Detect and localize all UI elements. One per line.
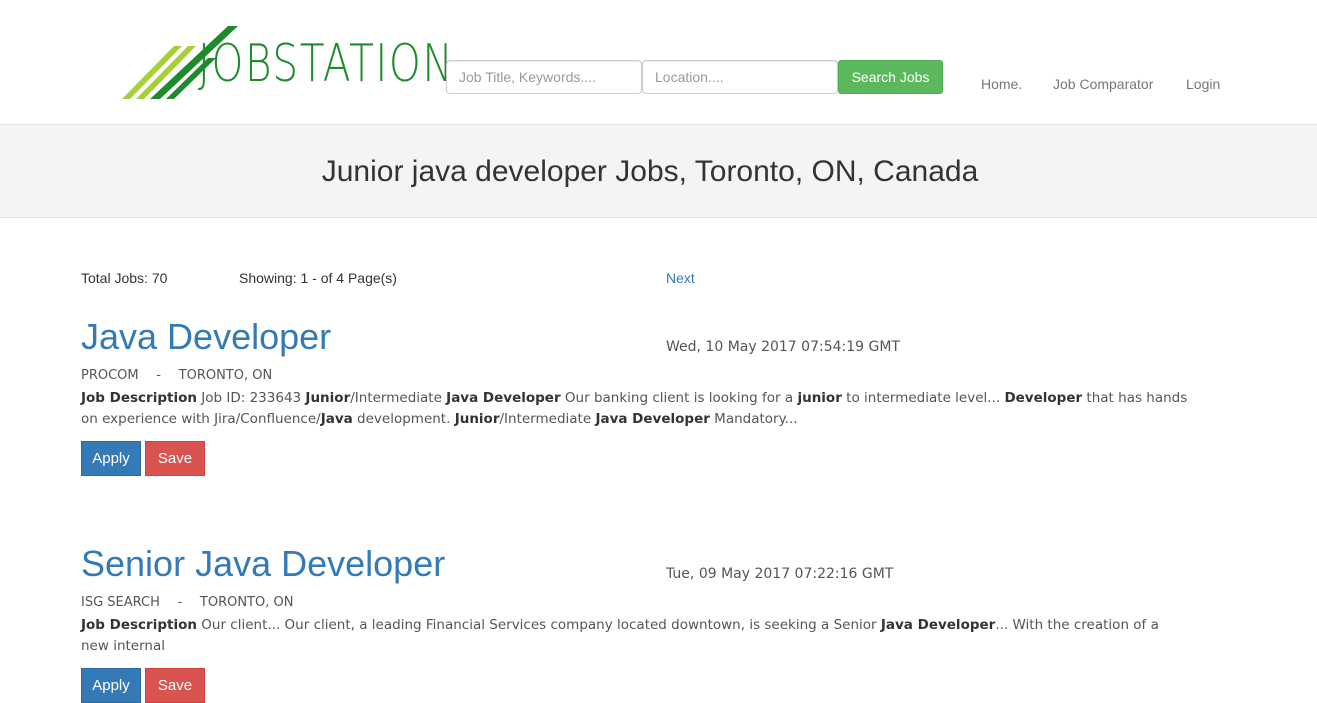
job-listing: Senior Java Developer Tue, 09 May 2017 0… xyxy=(81,543,1221,703)
apply-button[interactable]: Apply xyxy=(81,668,141,703)
total-jobs-count: Total Jobs: 70 xyxy=(81,270,168,286)
description-text: /Intermediate xyxy=(350,390,447,406)
nav-login-link[interactable]: Login xyxy=(1186,76,1220,92)
job-title-link[interactable]: Java Developer xyxy=(81,316,331,358)
job-posted-date: Tue, 09 May 2017 07:22:16 GMT xyxy=(666,566,894,582)
search-banner: Junior java developer Jobs, Toronto, ON,… xyxy=(0,124,1317,218)
apply-button[interactable]: Apply xyxy=(81,441,141,476)
job-location: TORONTO, ON xyxy=(178,368,273,383)
jobstation-logo[interactable]: JOBSTATION xyxy=(120,22,453,102)
description-text: Job ID: 233643 xyxy=(196,390,306,406)
company-location-separator: - xyxy=(156,368,161,383)
pagination-status: Showing: 1 - of 4 Page(s) xyxy=(239,270,397,286)
description-highlight: Developer xyxy=(1004,390,1083,406)
keywords-input[interactable] xyxy=(446,60,642,94)
job-posted-date: Wed, 10 May 2017 07:54:19 GMT xyxy=(666,339,900,355)
company-location-separator: - xyxy=(177,595,183,610)
job-location: TORONTO, ON xyxy=(199,595,294,610)
job-description: Job Description Job ID: 233643 Junior/In… xyxy=(81,388,1191,430)
description-text: /Intermediate xyxy=(499,411,596,427)
description-text: Our banking client is looking for a xyxy=(560,390,798,406)
nav-home-link[interactable]: Home. xyxy=(981,76,1022,92)
save-button[interactable]: Save xyxy=(145,441,205,476)
next-page-link[interactable]: Next xyxy=(666,270,695,286)
location-input[interactable] xyxy=(642,60,838,94)
description-highlight: Junior xyxy=(305,390,351,406)
description-highlight: Java Developer xyxy=(880,617,996,633)
save-button[interactable]: Save xyxy=(145,668,205,703)
site-header: JOBSTATION Search Jobs Home. Job Compara… xyxy=(0,0,1317,124)
page-title: Junior java developer Jobs, Toronto, ON,… xyxy=(321,155,979,188)
description-highlight: Java Developer xyxy=(446,390,561,406)
description-text: to intermediate level... xyxy=(841,390,1005,406)
job-listing: Java Developer Wed, 10 May 2017 07:54:19… xyxy=(81,316,1221,486)
nav-job-comparator-link[interactable]: Job Comparator xyxy=(1053,76,1153,92)
description-highlight: Job Description xyxy=(81,617,197,633)
search-jobs-button[interactable]: Search Jobs xyxy=(838,60,943,94)
job-description: Job Description Our client... Our client… xyxy=(81,615,1191,657)
description-text: Our client... Our client, a leading Fina… xyxy=(196,617,881,633)
job-company-location: ISG SEARCH - TORONTO, ON xyxy=(81,595,293,610)
description-highlight: Job Description xyxy=(81,390,197,406)
logo-wordmark: JOBSTATION xyxy=(198,34,455,94)
description-highlight: Junior xyxy=(454,411,500,427)
job-title-link[interactable]: Senior Java Developer xyxy=(81,543,445,585)
description-highlight: Java Developer xyxy=(595,411,710,427)
description-highlight: junior xyxy=(797,390,842,406)
job-company-location: PROCOM - TORONTO, ON xyxy=(81,368,272,383)
description-highlight: Java xyxy=(320,411,353,427)
description-text: development. xyxy=(352,411,455,427)
job-company: PROCOM xyxy=(81,368,139,383)
description-text: Mandatory... xyxy=(709,411,798,427)
job-company: ISG SEARCH xyxy=(81,595,160,610)
